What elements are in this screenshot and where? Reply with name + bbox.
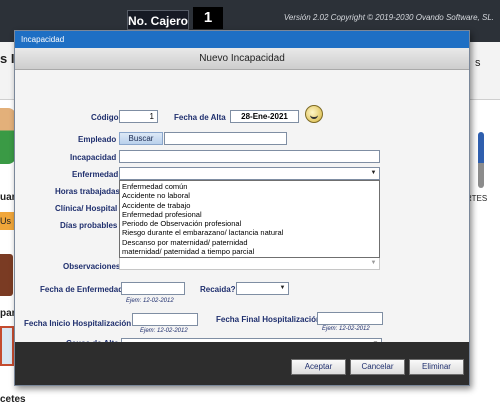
fecha-inicio-hospitalizacion-label: Fecha Inicio Hospitalización xyxy=(24,319,132,328)
enfermedad-label: Enfermedad xyxy=(72,170,119,179)
fecha-enfermedad-label: Fecha de Enfermedad xyxy=(40,285,124,294)
background-label-bottom: cetes xyxy=(0,394,26,405)
dropdown-option[interactable]: Periodo de Observación profesional xyxy=(120,219,379,228)
fecha-enfermedad-field[interactable] xyxy=(121,282,185,295)
screwdriver-icon[interactable] xyxy=(478,132,484,188)
dropdown-option[interactable]: maternidad/ paternidad a tiempo parcial xyxy=(120,247,379,256)
chevron-down-icon[interactable]: ▼ xyxy=(369,169,378,178)
dias-probables-label: Días probables xyxy=(60,221,118,230)
incapacidad-form: Código 1 Fecha de Alta 28-Ene-2021 Emple… xyxy=(15,70,469,351)
fecha-final-hospitalizacion-field[interactable] xyxy=(317,312,383,325)
calendar-icon[interactable] xyxy=(305,105,323,123)
observaciones-label: Observaciones xyxy=(63,262,121,271)
dialog-footer: Aceptar Cancelar Eliminar xyxy=(15,342,469,385)
background-right-text: s xyxy=(475,57,481,69)
cancelar-button[interactable]: Cancelar xyxy=(350,359,405,375)
background-badge[interactable]: Us xyxy=(0,212,15,230)
fecha-alta-label: Fecha de Alta xyxy=(174,113,226,122)
background-left-text: s I xyxy=(0,51,15,66)
dropdown-option[interactable]: Accidente de trabajo xyxy=(120,201,379,210)
codigo-field[interactable]: 1 xyxy=(119,110,158,123)
dialog-titlebar[interactable]: Incapacidad xyxy=(15,31,469,48)
recaida-label: Recaida? xyxy=(200,285,236,294)
chevron-down-icon[interactable]: ▼ xyxy=(369,259,378,268)
dropdown-option[interactable]: Enfermedad profesional xyxy=(120,210,379,219)
dropdown-option[interactable]: Enfermedad común xyxy=(120,182,379,191)
eliminar-button[interactable]: Eliminar xyxy=(409,359,464,375)
fecha-final-hint: Ejem: 12-02-2012 xyxy=(322,326,370,332)
phone-icon[interactable] xyxy=(0,254,13,296)
buscar-button[interactable]: Buscar xyxy=(119,132,163,145)
fecha-enfermedad-hint: Ejem: 12-02-2012 xyxy=(126,298,174,304)
fecha-inicio-hint: Ejem: 12-02-2012 xyxy=(140,328,188,334)
recaida-select[interactable]: ▼ xyxy=(236,282,289,295)
calculator-icon[interactable] xyxy=(0,326,14,366)
observaciones-field[interactable]: ▼ xyxy=(119,257,380,270)
horas-trabajadas-label: Horas trabajadas xyxy=(55,187,120,196)
incapacidad-dialog: Incapacidad Nuevo Incapacidad Código 1 F… xyxy=(14,30,470,386)
fecha-inicio-hospitalizacion-field[interactable] xyxy=(132,313,198,326)
enfermedad-dropdown-list: Enfermedad común Accidente no laboral Ac… xyxy=(119,180,380,258)
dialog-header-title: Nuevo Incapacidad xyxy=(199,53,285,64)
incapacidad-field[interactable] xyxy=(119,150,380,163)
cashier-number: 1 xyxy=(193,7,223,29)
empleado-field[interactable] xyxy=(164,132,287,145)
fecha-alta-field[interactable]: 28-Ene-2021 xyxy=(230,110,299,123)
dropdown-option[interactable]: Descanso por maternidad/ paternidad xyxy=(120,238,379,247)
version-text: Versión 2.02 Copyright © 2019-2030 Ovand… xyxy=(283,13,494,22)
cashier-label: No. Cajero xyxy=(127,10,189,30)
enfermedad-select[interactable]: ▼ xyxy=(119,167,380,180)
dropdown-option[interactable]: Accidente no laboral xyxy=(120,191,379,200)
chevron-down-icon[interactable]: ▼ xyxy=(278,284,287,293)
incapacidad-label: Incapacidad xyxy=(70,153,117,162)
empleado-label: Empleado xyxy=(78,135,117,144)
clinica-hospital-label: Clínica/ Hospital xyxy=(55,204,118,213)
aceptar-button[interactable]: Aceptar xyxy=(291,359,346,375)
fecha-final-hospitalizacion-label: Fecha Final Hospitalización xyxy=(216,315,321,324)
dropdown-option[interactable]: Riesgo durante el embarazano/ lactancia … xyxy=(120,228,379,237)
dialog-header: Nuevo Incapacidad xyxy=(15,48,469,70)
codigo-label: Código xyxy=(91,113,119,122)
